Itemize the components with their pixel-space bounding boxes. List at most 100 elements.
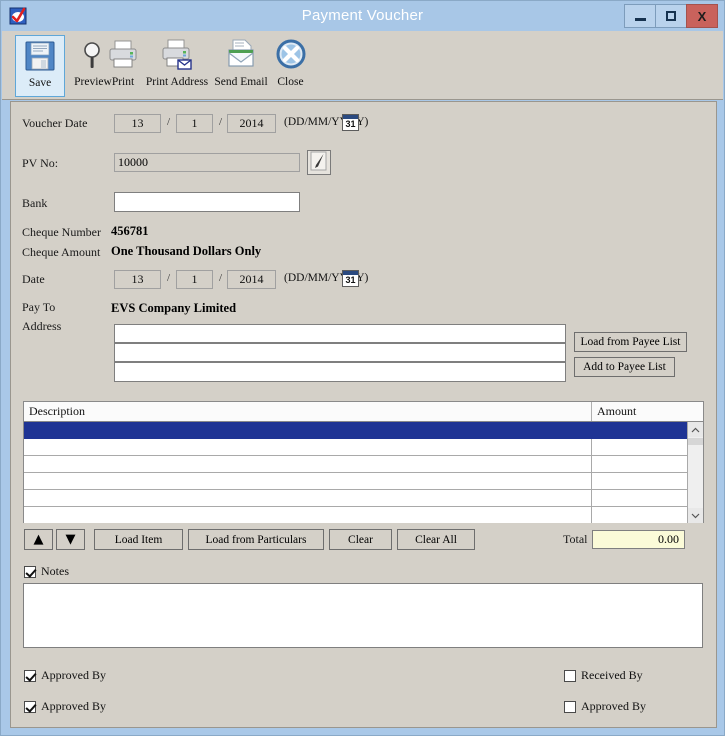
- grid-cell-divider: [591, 439, 592, 456]
- grid-cell-divider: [591, 422, 592, 439]
- received-by-label: Received By: [581, 668, 643, 682]
- items-grid: Description Amount: [23, 401, 704, 523]
- date-year-input[interactable]: 2014: [227, 270, 276, 289]
- calendar-day-number: 31: [345, 119, 356, 129]
- approved-by-right-row-2[interactable]: Approved By: [564, 699, 646, 714]
- bank-label: Bank: [22, 196, 48, 210]
- approved-by-left-checkbox-1[interactable]: [24, 669, 36, 682]
- clear-all-button[interactable]: Clear All: [397, 529, 475, 550]
- cheque-amount-label: Cheque Amount: [22, 245, 101, 259]
- payment-voucher-window: Payment Voucher X Save Preview Print Pri…: [0, 0, 725, 736]
- pay-to-label: Pay To: [22, 300, 56, 314]
- address-line-1-input[interactable]: [114, 324, 566, 343]
- table-row[interactable]: [24, 473, 703, 490]
- grid-cell-divider: [591, 490, 592, 507]
- date-sep-2: /: [219, 272, 223, 284]
- date-day-input[interactable]: 13: [114, 270, 161, 289]
- table-row[interactable]: [24, 490, 703, 507]
- close-circle-icon: [274, 35, 308, 75]
- load-item-button[interactable]: Load Item: [94, 529, 183, 550]
- load-from-particulars-button[interactable]: Load from Particulars: [188, 529, 324, 550]
- approved-by-left-row-2[interactable]: Approved By: [24, 699, 106, 714]
- scroll-up-button[interactable]: [688, 422, 703, 437]
- approved-by-left-row-1[interactable]: Approved By: [24, 668, 106, 683]
- voucher-date-sep-2: /: [219, 116, 223, 128]
- pv-no-edit-button[interactable]: [307, 150, 331, 175]
- toolbar: Save Preview Print Print Address Send Em…: [2, 31, 723, 100]
- toolbar-label-print-address: Print Address: [145, 76, 209, 88]
- address-line-2-input[interactable]: [114, 343, 566, 362]
- date-calendar-icon[interactable]: 31: [342, 270, 359, 287]
- clear-button[interactable]: Clear: [329, 529, 392, 550]
- printer-mail-icon: [160, 35, 194, 75]
- toolbar-label-save: Save: [28, 77, 52, 89]
- grid-cell-divider: [591, 507, 592, 523]
- notes-checkbox[interactable]: [24, 565, 36, 578]
- add-to-payee-list-button[interactable]: Add to Payee List: [574, 357, 675, 377]
- pv-no-input[interactable]: 10000: [114, 153, 300, 172]
- notes-checkbox-row[interactable]: Notes: [24, 564, 69, 579]
- bank-input[interactable]: [114, 192, 300, 212]
- total-amount-field: 0.00: [592, 530, 685, 549]
- toolbar-button-close[interactable]: Close: [268, 35, 313, 97]
- toolbar-label-print: Print: [111, 76, 135, 88]
- maximize-icon: [666, 11, 676, 21]
- date-sep-1: /: [167, 272, 171, 284]
- minimize-icon: [634, 17, 646, 21]
- table-row[interactable]: [24, 456, 703, 473]
- grid-cell-divider: [591, 473, 592, 490]
- toolbar-button-save[interactable]: Save: [15, 35, 65, 97]
- move-up-button[interactable]: ▲: [24, 529, 53, 550]
- grid-header-description[interactable]: Description: [24, 402, 592, 421]
- printer-icon: [106, 35, 140, 75]
- grid-header-row: Description Amount: [24, 402, 703, 422]
- approved-by-left-checkbox-2[interactable]: [24, 700, 36, 713]
- table-row[interactable]: [24, 439, 703, 456]
- date-month-input[interactable]: 1: [176, 270, 213, 289]
- close-button[interactable]: X: [686, 4, 718, 28]
- maximize-button[interactable]: [655, 4, 687, 28]
- approved-by-right-checkbox[interactable]: [564, 700, 576, 713]
- floppy-disk-icon: [23, 36, 57, 76]
- envelope-icon: [224, 35, 258, 75]
- address-line-3-input[interactable]: [114, 362, 566, 382]
- scroll-down-button[interactable]: [688, 508, 703, 523]
- received-by-right-row-1[interactable]: Received By: [564, 668, 643, 683]
- approved-by-left-label-2: Approved By: [41, 699, 106, 713]
- received-by-checkbox[interactable]: [564, 669, 576, 682]
- cheque-number-label: Cheque Number: [22, 225, 101, 239]
- toolbar-label-close: Close: [277, 76, 304, 88]
- voucher-date-label: Voucher Date: [22, 116, 88, 130]
- notes-textarea[interactable]: [23, 583, 703, 648]
- minimize-button[interactable]: [624, 4, 656, 28]
- title-bar[interactable]: Payment Voucher X: [1, 1, 724, 31]
- toolbar-button-send-email[interactable]: Send Email: [210, 35, 272, 97]
- voucher-date-year-input[interactable]: 2014: [227, 114, 276, 133]
- move-down-button[interactable]: ▼: [56, 529, 85, 550]
- voucher-date-month-input[interactable]: 1: [176, 114, 213, 133]
- window-title: Payment Voucher: [301, 7, 424, 24]
- toolbar-button-print[interactable]: Print: [102, 35, 144, 97]
- table-row[interactable]: [24, 422, 703, 439]
- toolbar-button-print-address[interactable]: Print Address: [142, 35, 212, 97]
- pencil-edit-icon: [310, 151, 328, 175]
- voucher-date-day-input[interactable]: 13: [114, 114, 161, 133]
- date-label: Date: [22, 272, 45, 286]
- scrollbar-thumb[interactable]: [688, 438, 703, 445]
- form-panel: Voucher Date 13 / 1 / 2014 (DD/MM/YYYY) …: [10, 101, 717, 728]
- total-label: Total: [563, 532, 588, 546]
- grid-cell-divider: [591, 456, 592, 473]
- cheque-number-value: 456781: [111, 224, 149, 238]
- notes-label: Notes: [41, 564, 69, 578]
- grid-vertical-scrollbar[interactable]: [687, 422, 703, 523]
- load-from-payee-list-button[interactable]: Load from Payee List: [574, 332, 687, 352]
- table-row[interactable]: [24, 507, 703, 523]
- approved-by-right-label: Approved By: [581, 699, 646, 713]
- pay-to-value: EVS Company Limited: [111, 301, 237, 315]
- voucher-date-calendar-icon[interactable]: 31: [342, 114, 359, 131]
- address-label: Address: [22, 319, 62, 333]
- grid-header-amount[interactable]: Amount: [592, 402, 703, 421]
- calendar-day-number: 31: [345, 275, 356, 285]
- window-controls: X: [624, 4, 718, 28]
- approved-by-left-label-1: Approved By: [41, 668, 106, 682]
